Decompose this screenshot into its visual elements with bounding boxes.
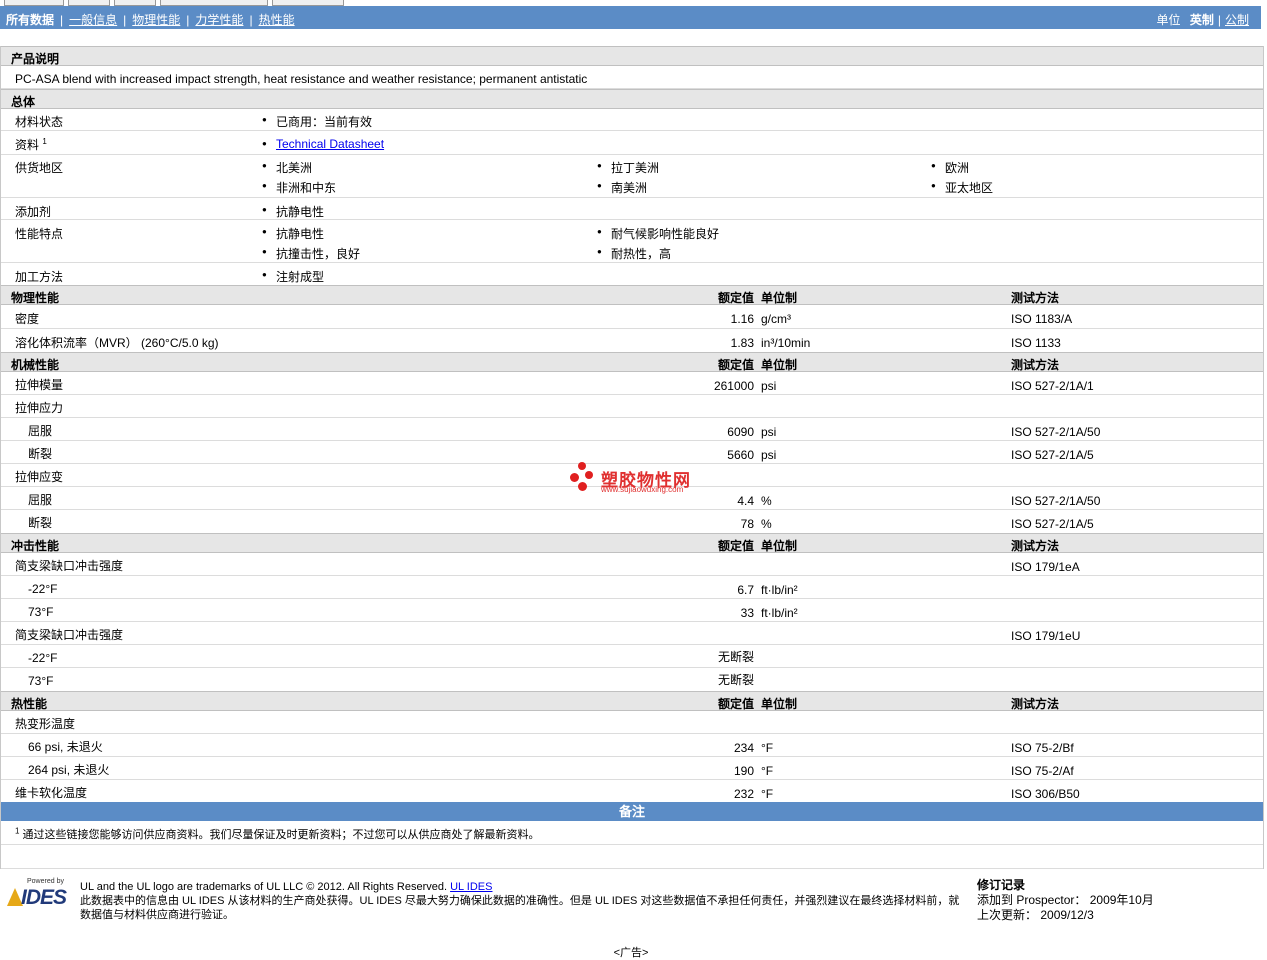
- section-header-product: 产品说明: [1, 46, 1263, 66]
- table-row: 断裂 78% ISO 527-2/1A/5: [28, 516, 1094, 531]
- ides-logo[interactable]: Powered by IDES: [7, 878, 71, 912]
- additive-value: 抗静电性: [262, 203, 324, 220]
- spacer-row: [1, 845, 1263, 869]
- features-label: 性能特点: [15, 227, 64, 241]
- section-nav: 所有数据 | 一般信息 | 物理性能 | 力学性能 | 热性能: [6, 13, 295, 27]
- table-row: 溶化体积流率（MVR） (260°C/5.0 kg) 1.83 in³/10min…: [15, 336, 1061, 350]
- notes-header: 备注: [1, 802, 1263, 821]
- section-header-physical: 物理性能 额定值 单位制 测试方法: [1, 285, 1263, 305]
- technical-datasheet-link[interactable]: Technical Datasheet: [276, 137, 384, 151]
- feature-item: 抗撞击性，良好: [262, 245, 360, 262]
- regions-row: 供货地区 北美洲 拉丁美洲 欧洲 非洲和中东 南美洲 亚太地区: [1, 155, 1263, 198]
- watermark: 塑胶物性网 www.sujiaowuxing.com: [570, 462, 710, 498]
- table-row: 简支梁缺口冲击强度 ISO 179/1eA: [1, 553, 1263, 576]
- ul-ides-link[interactable]: UL IDES: [450, 881, 492, 893]
- table-row: 维卡软化温度 232 °F ISO 306/B50: [15, 786, 1080, 801]
- units-switcher: 单位 英制 | 公制: [1156, 13, 1249, 27]
- units-metric-link[interactable]: 公制: [1225, 13, 1249, 27]
- processing-label: 加工方法: [15, 270, 64, 284]
- table-row: -22°F 无断裂: [1, 645, 1263, 668]
- region-item: 北美洲: [262, 159, 312, 176]
- table-row: 73°F 无断裂: [28, 673, 754, 688]
- table-row: 简支梁缺口冲击强度 ISO 179/1eU: [1, 622, 1263, 645]
- table-row: 断裂 5660 psi ISO 527-2/1A/5: [1, 441, 1263, 464]
- table-row: 264 psi, 未退火 190 °F ISO 75-2/Af: [1, 757, 1263, 780]
- footer-disclaimer: UL and the UL logo are trademarks of UL …: [80, 881, 960, 921]
- nav-all-data[interactable]: 所有数据: [6, 13, 54, 27]
- footer: Powered by IDES UL and the UL logo are t…: [1, 872, 1263, 934]
- material-status-row: 材料状态 已商用：当前有效: [1, 109, 1263, 131]
- section-header-thermal: 热性能 额定值 单位制 测试方法: [1, 691, 1263, 711]
- watermark-dot-icon: [578, 462, 586, 470]
- regions-label: 供货地区: [15, 161, 64, 175]
- table-row: 屈服 6090 psi ISO 527-2/1A/50: [1, 418, 1263, 441]
- nav-general-info-link[interactable]: 一般信息: [69, 13, 117, 27]
- section-header-general: 总体: [1, 89, 1263, 109]
- region-item: 拉丁美洲: [597, 159, 659, 176]
- table-row: 拉伸模量 261000 psi ISO 527-2/1A/1: [1, 372, 1263, 395]
- feature-item: 耐热性，高: [597, 245, 671, 262]
- region-item: 欧洲: [931, 159, 969, 176]
- section-header-mechanical: 机械性能 额定值 单位制 测试方法: [1, 352, 1263, 372]
- table-row: 热变形温度: [1, 711, 1263, 734]
- documents-row: 资料 1 Technical Datasheet: [1, 131, 1263, 155]
- material-status-label: 材料状态: [15, 115, 64, 129]
- processing-value: 注射成型: [262, 268, 324, 285]
- watermark-dot-icon: [585, 471, 593, 479]
- revision-history: 修订记录 添加到 Prospector： 2009年10月 上次更新： 2009…: [977, 878, 1154, 922]
- units-label: 单位: [1156, 13, 1181, 27]
- region-item: 亚太地区: [931, 179, 993, 196]
- section-header-impact: 冲击性能 额定值 单位制 测试方法: [1, 533, 1263, 553]
- nav-thermal-link[interactable]: 热性能: [259, 13, 295, 27]
- region-item: 非洲和中东: [262, 179, 336, 196]
- ad-label: <广告>: [613, 947, 649, 959]
- footnote: 1 通过这些链接您能够访问供应商资料。我们尽量保证及时更新资料；不过您可以从供应…: [15, 826, 540, 841]
- documents-label: 资料 1: [15, 137, 47, 152]
- features-row: 性能特点 抗静电性 耐气候影响性能良好 抗撞击性，良好 耐热性，高: [1, 220, 1263, 263]
- section-nav-bar: 所有数据 | 一般信息 | 物理性能 | 力学性能 | 热性能 单位 英制 | 公制: [0, 6, 1261, 29]
- technical-datasheet-item: Technical Datasheet: [262, 137, 384, 151]
- nav-mechanical-link[interactable]: 力学性能: [195, 13, 243, 27]
- datasheet: 产品说明 PC-ASA blend with increased impact …: [0, 46, 1264, 869]
- table-row: 73°F 33 ft·lb/in²: [1, 599, 1263, 622]
- additive-row: 添加剂 抗静电性: [1, 198, 1263, 220]
- table-row: 密度 1.16 g/cm³ ISO 1183/A: [1, 305, 1263, 329]
- product-description: PC-ASA blend with increased impact stren…: [15, 72, 588, 86]
- units-imperial[interactable]: 英制: [1190, 13, 1214, 27]
- table-row: 拉伸应力: [1, 395, 1263, 418]
- nav-physical-link[interactable]: 物理性能: [132, 13, 180, 27]
- watermark-url: www.sujiaowuxing.com: [601, 485, 684, 494]
- watermark-dot-icon: [570, 473, 579, 482]
- region-item: 南美洲: [597, 179, 647, 196]
- material-status-value: 已商用：当前有效: [262, 113, 372, 130]
- processing-row: 加工方法 注射成型: [1, 263, 1263, 285]
- watermark-dot-icon: [578, 482, 587, 491]
- feature-item: 耐气候影响性能良好: [597, 225, 719, 242]
- table-row: 66 psi, 未退火 234 °F ISO 75-2/Bf: [1, 734, 1263, 757]
- footnote-row: 1 通过这些链接您能够访问供应商资料。我们尽量保证及时更新资料；不过您可以从供应…: [1, 821, 1263, 845]
- feature-item: 抗静电性: [262, 225, 324, 242]
- additive-label: 添加剂: [15, 205, 52, 219]
- table-row: -22°F 6.7 ft·lb/in²: [1, 576, 1263, 599]
- product-description-row: PC-ASA blend with increased impact stren…: [1, 66, 1263, 89]
